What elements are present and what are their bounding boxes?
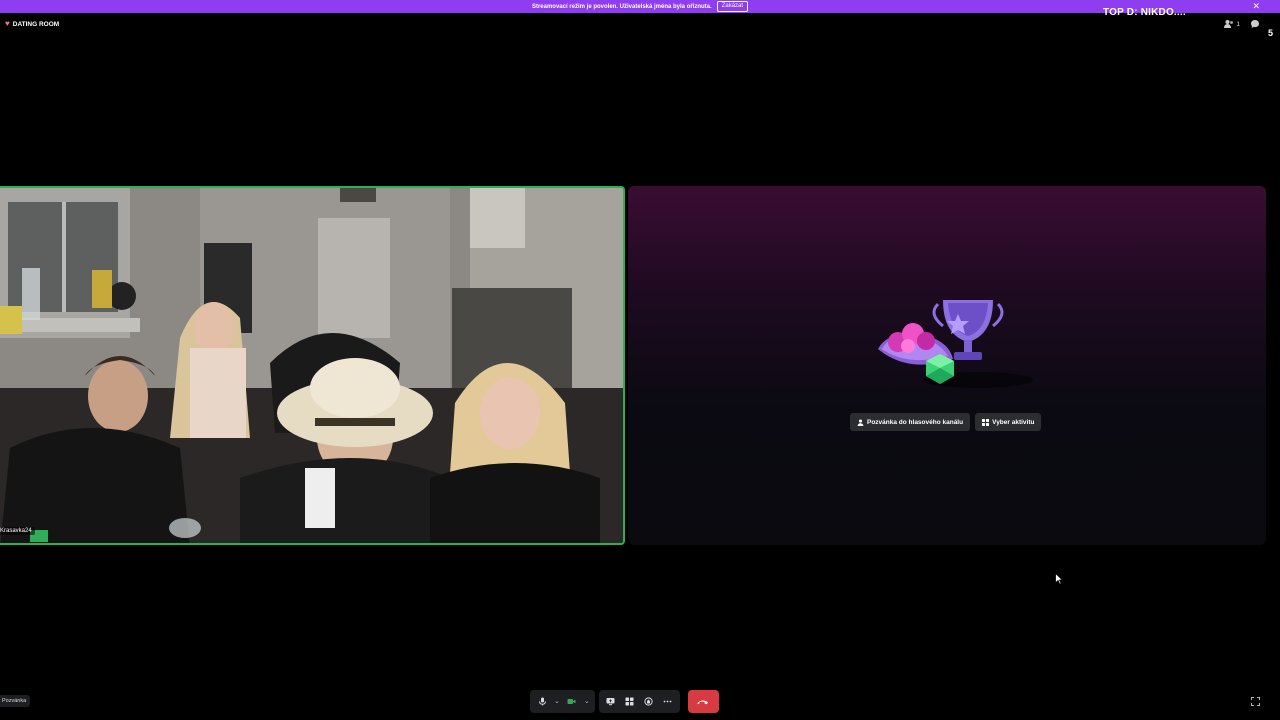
- camera-feed-image: [0, 188, 623, 543]
- microphone-button[interactable]: [535, 695, 549, 709]
- media-controls: ⌄ ⌄: [530, 690, 595, 713]
- video-tile[interactable]: Krasavka24: [0, 186, 625, 545]
- camera-button[interactable]: [565, 695, 579, 709]
- fullscreen-icon[interactable]: [1251, 697, 1260, 706]
- chevron-down-icon[interactable]: ⌄: [554, 698, 560, 705]
- invite-to-voice-label: Pozvánka do hlasového kanálu: [867, 418, 964, 426]
- mouse-cursor-icon: [1055, 573, 1063, 585]
- grid-icon: [982, 418, 990, 426]
- disconnect-button[interactable]: [687, 690, 719, 713]
- invite-to-voice-button[interactable]: Pozvánka do hlasového kanálu: [850, 413, 971, 431]
- add-person-icon: [857, 418, 864, 426]
- microphone-icon: [538, 697, 546, 706]
- disable-streamer-mode-button[interactable]: Zakázat: [716, 1, 749, 12]
- banner-text: Streamovací režim je povolen. Uživatelsk…: [531, 3, 712, 10]
- channel-header: ♥ DATING ROOM: [5, 20, 59, 28]
- stream-overlay-text: TOP D: NIKDO....: [1103, 7, 1186, 18]
- activity-tile: Pozvánka do hlasového kanálu Vyber aktiv…: [628, 186, 1266, 545]
- channel-name: DATING ROOM: [12, 20, 60, 28]
- activity-actions: Pozvánka do hlasového kanálu Vyber aktiv…: [850, 413, 1042, 431]
- call-controls: ⌄ ⌄: [530, 690, 719, 713]
- soundboard-icon: [644, 697, 653, 706]
- soundboard-button[interactable]: [642, 695, 656, 709]
- activities-button[interactable]: [623, 695, 637, 709]
- screen-share-icon: [606, 698, 615, 706]
- camera-icon: [567, 699, 576, 704]
- close-icon[interactable]: ✕: [1252, 1, 1260, 11]
- invite-tag[interactable]: Pozvánka: [0, 695, 31, 707]
- stream-overlay-number: 5: [1268, 28, 1274, 38]
- choose-activity-label: Vyber aktivitu: [992, 418, 1035, 426]
- more-options-button[interactable]: [661, 695, 675, 709]
- members-icon: [1224, 20, 1234, 28]
- extra-controls: [598, 690, 680, 713]
- member-count: 1: [1236, 20, 1240, 28]
- hang-up-icon: [697, 700, 709, 704]
- screen-share-button[interactable]: [604, 695, 618, 709]
- members-button[interactable]: 1: [1224, 19, 1240, 29]
- chevron-down-icon[interactable]: ⌄: [584, 698, 590, 705]
- chat-icon: [1251, 20, 1259, 28]
- header-actions: 1: [1224, 19, 1260, 29]
- activities-icon: [625, 697, 634, 706]
- heart-icon: ♥: [5, 19, 10, 28]
- choose-activity-button[interactable]: Vyber aktivitu: [975, 413, 1042, 431]
- app-window: Streamovací režim je povolen. Uživatelsk…: [0, 0, 1280, 720]
- chat-button[interactable]: [1250, 19, 1260, 29]
- participant-name-tag: Krasavka24: [0, 527, 35, 535]
- streamer-mode-banner: Streamovací režim je povolen. Uživatelsk…: [0, 0, 1280, 13]
- activity-illustration: [878, 300, 1033, 388]
- more-icon: [663, 700, 672, 703]
